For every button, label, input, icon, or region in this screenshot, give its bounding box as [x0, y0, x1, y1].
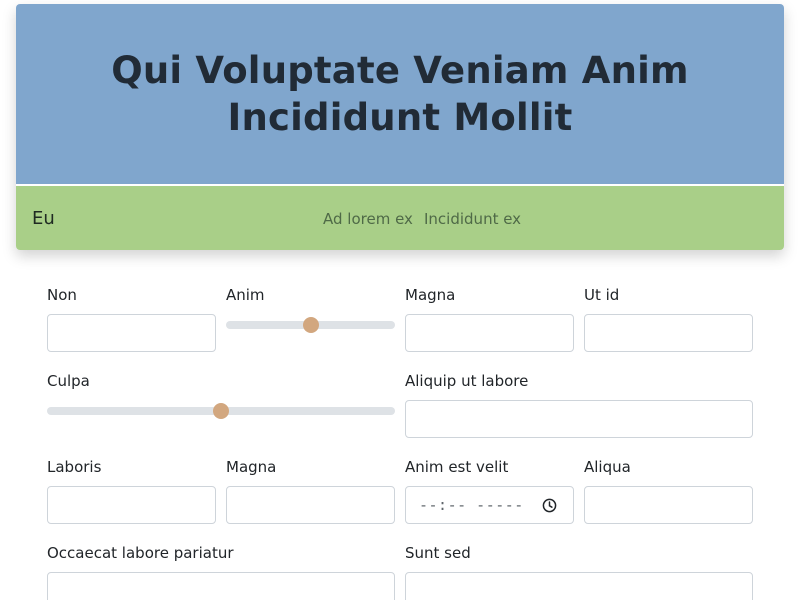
occaecat-input[interactable] — [47, 572, 395, 600]
magna-input[interactable] — [405, 314, 574, 352]
sunt-sed-label: Sunt sed — [405, 544, 471, 562]
anim-est-velit-time-input[interactable]: --:-- ----- — [405, 486, 574, 524]
culpa-label: Culpa — [47, 372, 90, 390]
non-input[interactable] — [47, 314, 216, 352]
navbar: Eu Ad lorem ex Incididunt ex — [16, 186, 784, 250]
aliquip-label: Aliquip ut labore — [405, 372, 529, 390]
magna-2-input[interactable] — [226, 486, 395, 524]
laboris-label: Laboris — [47, 458, 102, 476]
anim-range-slider[interactable] — [226, 317, 395, 333]
aliquip-input[interactable] — [405, 400, 753, 438]
occaecat-label: Occaecat labore pariatur — [47, 544, 234, 562]
page-title: Qui Voluptate Veniam Anim Incididunt Mol… — [111, 49, 689, 139]
culpa-range-thumb[interactable] — [213, 403, 229, 419]
ut-id-input[interactable] — [584, 314, 753, 352]
time-placeholder: --:-- ----- — [419, 496, 524, 514]
ut-id-label: Ut id — [584, 286, 620, 304]
anim-range-thumb[interactable] — [303, 317, 319, 333]
anim-est-velit-label: Anim est velit — [405, 458, 509, 476]
anim-label: Anim — [226, 286, 265, 304]
nav-link-incididunt-ex[interactable]: Incididunt ex — [424, 210, 521, 228]
nav-link-ad-lorem-ex[interactable]: Ad lorem ex — [323, 210, 413, 228]
magna-label: Magna — [405, 286, 456, 304]
header-card: Qui Voluptate Veniam Anim Incididunt Mol… — [16, 4, 784, 250]
hero-banner: Qui Voluptate Veniam Anim Incididunt Mol… — [16, 4, 784, 184]
sunt-sed-input[interactable] — [405, 572, 753, 600]
aliqua-label: Aliqua — [584, 458, 631, 476]
non-label: Non — [47, 286, 77, 304]
aliqua-input[interactable] — [584, 486, 753, 524]
magna-2-label: Magna — [226, 458, 277, 476]
navbar-brand[interactable]: Eu — [32, 208, 55, 229]
clock-icon[interactable] — [542, 498, 557, 513]
culpa-range-slider[interactable] — [47, 403, 395, 419]
laboris-input[interactable] — [47, 486, 216, 524]
